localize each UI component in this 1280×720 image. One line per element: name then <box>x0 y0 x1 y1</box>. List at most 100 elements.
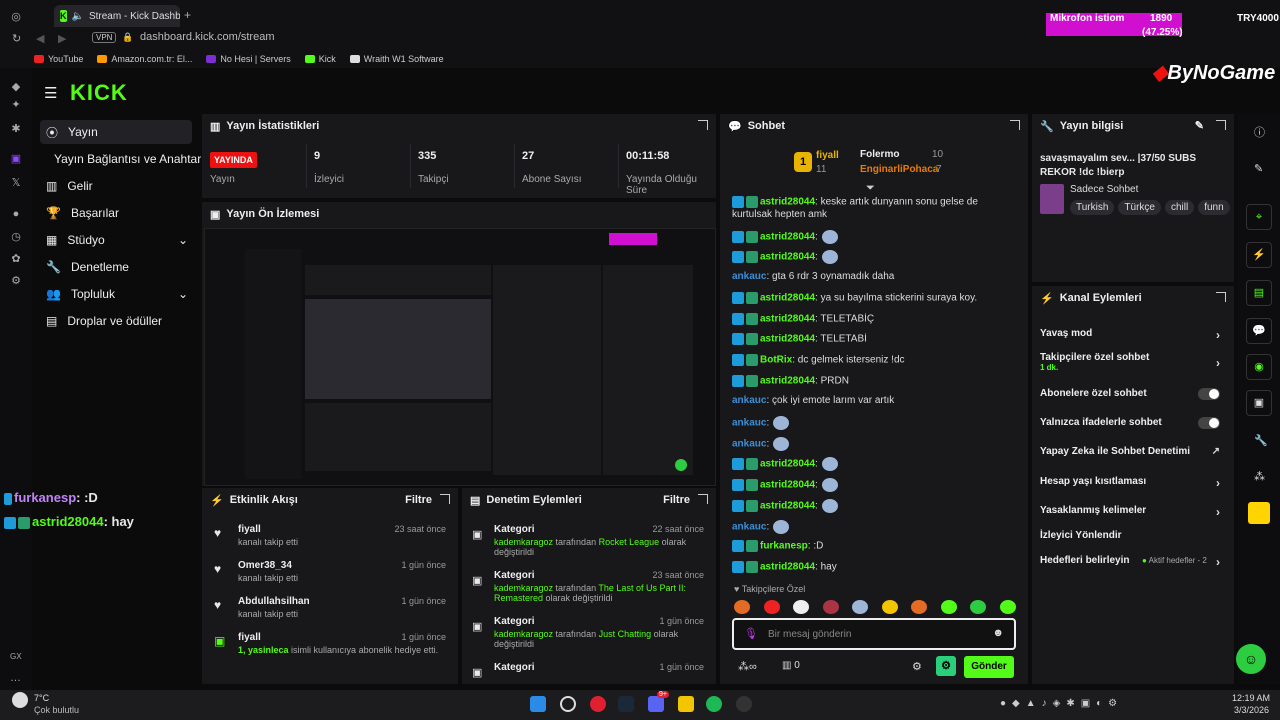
emote-only-toggle[interactable] <box>1198 417 1220 429</box>
nav-yayin[interactable]: ⦿ Yayın <box>40 120 192 144</box>
send-button[interactable]: Gönder <box>964 656 1014 678</box>
emoji-icon[interactable]: ☻ <box>992 627 1004 639</box>
settings-icon[interactable]: ⚙ <box>10 274 22 287</box>
opera-gx-icon[interactable] <box>590 696 606 712</box>
bookmark-youtube[interactable]: YouTube <box>34 54 83 64</box>
tag[interactable]: Türkçe <box>1118 200 1161 215</box>
chat-username[interactable]: astrid28044 <box>760 334 815 345</box>
points-display[interactable]: ▥ 0 <box>782 660 800 671</box>
nav-denetleme[interactable]: 🔧 Denetleme <box>40 255 192 279</box>
nav-basarilar[interactable]: 🏆 Başarılar <box>40 201 192 225</box>
nav-studyo[interactable]: ▦ Stüdyo ⌄ <box>40 228 192 252</box>
mic-icon[interactable]: 🎙 <box>744 627 758 640</box>
sidebar-star-icon[interactable]: ✱ <box>10 122 22 135</box>
chat-username[interactable]: ankauc <box>732 521 766 532</box>
chat-username[interactable]: astrid28044 <box>760 562 815 573</box>
action-goals[interactable]: Hedefleri belirleyin ● Aktif hedefler - 2… <box>1040 555 1224 569</box>
spotify-icon[interactable]: ● <box>10 208 22 220</box>
top-chatter-2[interactable]: Folermo <box>860 149 899 160</box>
weather-temp[interactable]: 7°C <box>34 693 49 703</box>
action-followers-only[interactable]: Takipçilere özel sohbet 1 dk. › <box>1040 352 1224 372</box>
chat-username[interactable]: ankauc <box>732 271 766 282</box>
sidebar-app-icon[interactable]: ✦ <box>10 98 22 111</box>
chat-username[interactable]: astrid28044 <box>760 292 815 303</box>
pencil-icon[interactable]: ✎ <box>1254 162 1263 175</box>
search-icon[interactable] <box>560 696 576 712</box>
chat-username[interactable]: astrid28044 <box>760 375 815 386</box>
chat-username[interactable]: ankauc <box>732 395 766 406</box>
bookmark-nohesi[interactable]: No Hesi | Servers <box>206 54 291 64</box>
emote-icon[interactable] <box>881 600 898 614</box>
action-ai-moderation[interactable]: Yapay Zeka ile Sohbet Denetimi ↗ <box>1040 446 1224 460</box>
info-icon[interactable]: ⓘ <box>1254 124 1265 140</box>
nav-gelir[interactable]: ▥ Gelir <box>40 174 192 198</box>
twitch-icon[interactable]: ▣ <box>10 152 22 165</box>
tag[interactable]: Turkish <box>1070 200 1115 215</box>
notes-icon[interactable]: ▤ <box>1246 280 1272 306</box>
points-icon[interactable]: ⁂∞ <box>738 660 757 673</box>
lightning-icon[interactable]: ⚡ <box>1246 242 1272 268</box>
bookmark-wraith[interactable]: Wraith W1 Software <box>349 54 444 64</box>
url-text[interactable]: dashboard.kick.com/stream <box>140 31 275 43</box>
history-icon[interactable]: ◷ <box>10 230 22 243</box>
back-icon[interactable]: ◀ <box>36 32 44 45</box>
subs-only-toggle[interactable] <box>1198 388 1220 400</box>
chat-username[interactable]: ankauc <box>732 418 766 429</box>
chat-settings-icon[interactable]: ⚙ <box>912 660 922 673</box>
kick-logo[interactable]: KICK <box>70 80 128 106</box>
emote-icon[interactable] <box>911 600 928 614</box>
bookmark-amazon[interactable]: Amazon.com.tr: El... <box>97 54 192 64</box>
shapes-icon[interactable]: ⁂ <box>1254 470 1265 483</box>
collapse-icon[interactable]: ⏷ <box>866 182 875 195</box>
browser-tab[interactable]: K 🔈 Stream - Kick Dashbo <box>54 5 180 27</box>
chat-username[interactable]: astrid28044 <box>760 313 815 324</box>
layout-icon[interactable]: ▣ <box>1246 390 1272 416</box>
chat-username[interactable]: astrid28044 <box>760 252 815 263</box>
more-icon[interactable]: … <box>10 672 21 684</box>
chat-username[interactable]: astrid28044 <box>760 480 815 491</box>
edit-icon[interactable]: ✎ <box>1195 119 1204 132</box>
forward-icon[interactable]: ▶ <box>58 32 66 45</box>
chat-username[interactable]: BotRix <box>760 355 792 366</box>
new-tab-icon[interactable]: + <box>184 8 191 22</box>
x-icon[interactable]: 𝕏 <box>10 176 22 189</box>
chat-username[interactable]: astrid28044 <box>760 459 815 470</box>
emote-icon[interactable] <box>793 600 810 614</box>
expand-icon[interactable] <box>1216 292 1226 302</box>
expand-icon[interactable] <box>698 494 708 504</box>
support-icon[interactable]: ☺ <box>1236 644 1266 674</box>
nav-topluluk[interactable]: 👥 Topluluk ⌄ <box>40 282 192 306</box>
chat-bubble-icon[interactable]: 💬 <box>1246 318 1272 344</box>
filter-button[interactable]: Filtre <box>405 494 432 506</box>
emote-icon[interactable] <box>999 600 1016 614</box>
action-account-age[interactable]: Hesap yaşı kısıtlaması › <box>1040 476 1224 490</box>
nav-stream-key[interactable]: Yayın Bağlantısı ve Anahtarı <box>48 147 218 171</box>
emote-icon[interactable] <box>940 600 957 614</box>
expand-icon[interactable] <box>440 494 450 504</box>
action-slow-mode[interactable]: Yavaş mod › <box>1040 328 1224 342</box>
chat-username[interactable]: astrid28044 <box>760 231 815 242</box>
steam-icon[interactable] <box>618 696 634 712</box>
wrench-icon[interactable]: 🔧 <box>1254 434 1268 447</box>
clock-time[interactable]: 12:19 AM <box>1232 693 1270 703</box>
extensions-icon[interactable]: ✿ <box>10 252 22 265</box>
tag[interactable]: funn <box>1198 200 1230 215</box>
emote-icon[interactable] <box>763 600 780 614</box>
broadcast-icon[interactable]: ◉ <box>1246 354 1272 380</box>
tag[interactable]: chill <box>1164 200 1195 215</box>
spotify-icon[interactable] <box>706 696 722 712</box>
obs-icon[interactable] <box>736 696 752 712</box>
bookmark-kick[interactable]: Kick <box>304 54 336 64</box>
scan-icon[interactable]: ⌖ <box>1246 204 1272 230</box>
top-chatter-1[interactable]: fiyall <box>816 150 839 161</box>
windows-start-icon[interactable] <box>530 696 546 712</box>
action-banned-words[interactable]: Yasaklanmış kelimeler › <box>1040 505 1224 519</box>
nav-droplar[interactable]: ▤ Droplar ve ödüller <box>40 309 192 333</box>
reload-icon[interactable]: ↻ <box>12 32 21 45</box>
emote-icon[interactable] <box>852 600 869 614</box>
sticker-icon[interactable] <box>1248 502 1270 524</box>
chat-username[interactable]: astrid28044 <box>760 500 815 511</box>
chat-username[interactable]: ankauc <box>732 438 766 449</box>
top-chatter-3[interactable]: EnginarliPohaca <box>860 164 938 175</box>
filter-button[interactable]: Filtre <box>663 494 690 506</box>
